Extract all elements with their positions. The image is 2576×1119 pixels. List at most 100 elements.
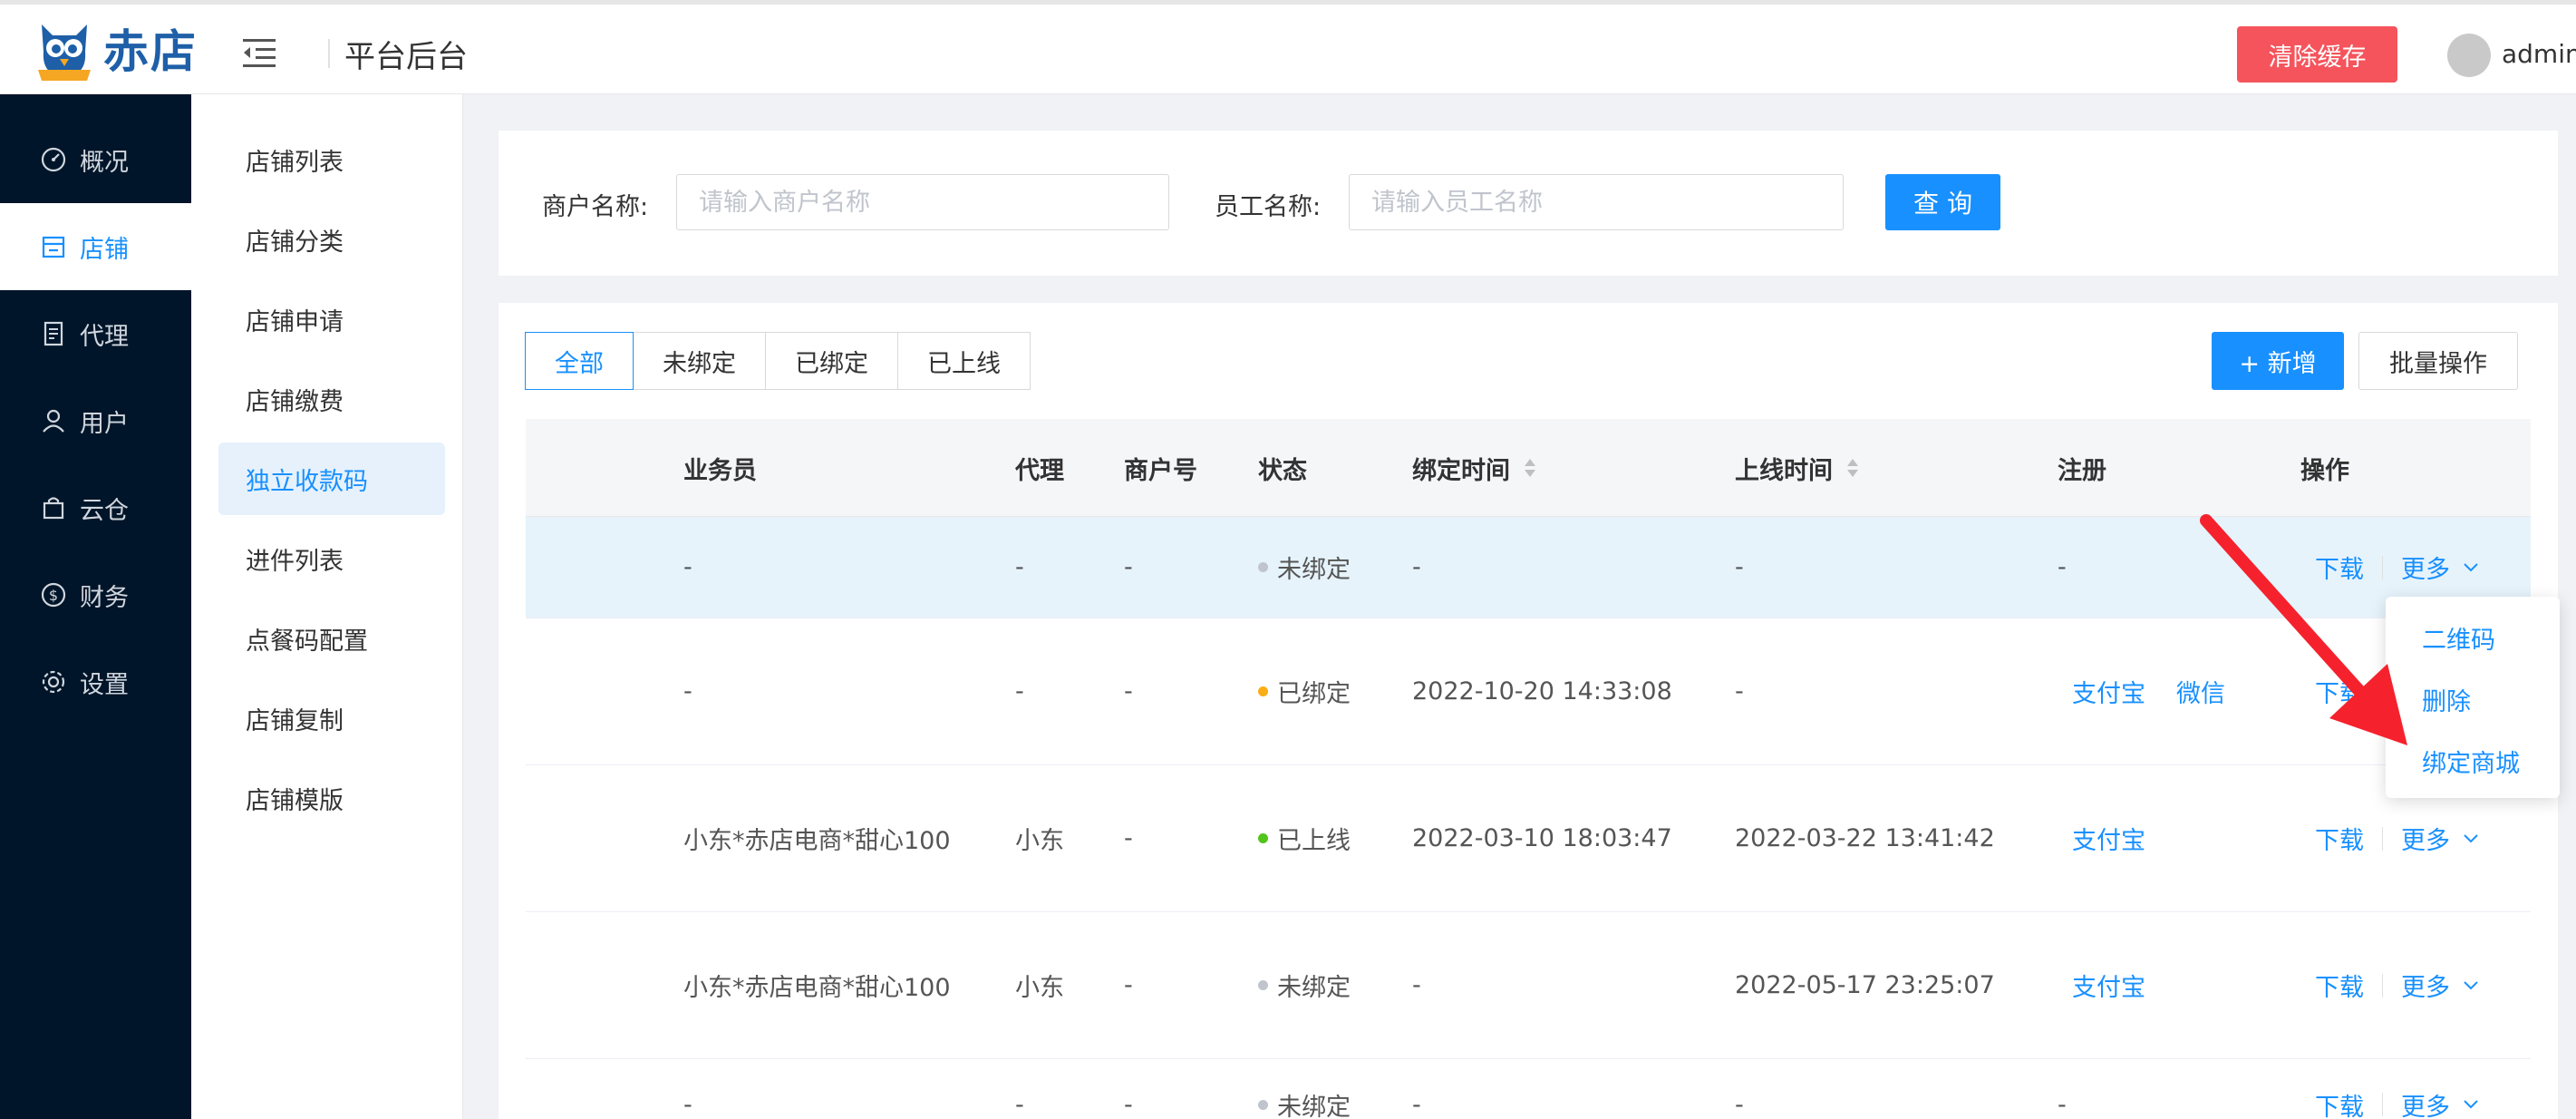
bind-time-cell: - <box>1412 971 1421 999</box>
online-time-cell: - <box>1735 553 1744 581</box>
download-link[interactable]: 下载 <box>2315 674 2364 709</box>
avatar[interactable] <box>2447 34 2491 77</box>
salesman-cell: - <box>683 677 692 705</box>
status-label: 未绑定 <box>1277 1093 1351 1119</box>
bind-time-cell: - <box>1412 553 1421 581</box>
register-cell: 支付宝 微信 <box>2072 618 2225 764</box>
status-cell: 已绑定 <box>1258 618 1351 764</box>
merchant-no-cell: - <box>1124 1090 1133 1119</box>
sidebar-item-label: 财务 <box>80 583 129 612</box>
store-icon <box>42 236 65 258</box>
table-row[interactable]: - - - 未绑定 - - - 下载 更多 <box>526 517 2531 618</box>
download-link[interactable]: 下载 <box>2315 550 2364 585</box>
chevron-down-icon[interactable] <box>2463 833 2479 844</box>
alipay-link[interactable]: 支付宝 <box>2072 674 2145 709</box>
query-button[interactable]: 查 询 <box>1885 174 2000 230</box>
salesman-cell: - <box>683 1090 692 1119</box>
table-row[interactable]: 小东*赤店电商*甜心100 小东 - 未绑定 - 2022-05-17 23:2… <box>526 912 2531 1059</box>
merchant-no-cell: - <box>1124 971 1133 999</box>
download-link[interactable]: 下载 <box>2315 1087 2364 1119</box>
table-header: 业务员 代理 商户号 状态 绑定时间 上线时间 注册 操作 <box>526 419 2531 517</box>
menu-item-delete[interactable]: 删除 <box>2422 682 2471 717</box>
tab-online[interactable]: 已上线 <box>897 332 1031 390</box>
staff-name-input[interactable] <box>1349 174 1844 230</box>
top-bar: 赤店 平台后台 清除缓存 admin <box>0 0 2576 94</box>
alipay-link[interactable]: 支付宝 <box>2072 821 2145 856</box>
search-panel: 商户名称: 员工名称: 查 询 <box>499 131 2558 276</box>
operation-divider <box>2382 555 2383 579</box>
alipay-link[interactable]: 支付宝 <box>2072 968 2145 1003</box>
menu-item-bind-mall[interactable]: 绑定商城 <box>2422 744 2520 779</box>
status-cell: 未绑定 <box>1258 1059 1351 1119</box>
agent-cell: - <box>1015 553 1024 581</box>
more-link[interactable]: 更多 <box>2401 968 2450 1003</box>
document-icon <box>44 321 63 346</box>
sort-icon[interactable] <box>1845 457 1860 479</box>
status-label: 已绑定 <box>1277 680 1351 708</box>
sidebar-item-label: 代理 <box>80 322 129 351</box>
subnav-item-store-list[interactable]: 店铺列表 <box>218 123 445 196</box>
table-row[interactable]: - - - 已绑定 2022-10-20 14:33:08 - 支付宝 微信 下… <box>526 618 2531 765</box>
operation-cell: 下载 <box>2315 618 2364 764</box>
sidebar-item-agent[interactable]: 代理 <box>0 290 191 377</box>
owl-logo-icon <box>38 24 91 81</box>
more-link[interactable]: 更多 <box>2401 821 2450 856</box>
subnav-item-store-category[interactable]: 店铺分类 <box>218 203 445 276</box>
dollar-icon: $ <box>41 582 66 608</box>
agent-cell: 小东 <box>1015 974 1064 1002</box>
chevron-down-icon[interactable] <box>2463 980 2479 991</box>
clear-cache-button[interactable]: 清除缓存 <box>2237 26 2397 83</box>
subnav-item-store-application[interactable]: 店铺申请 <box>218 283 445 355</box>
subnav-item-order-code-config[interactable]: 点餐码配置 <box>218 602 445 675</box>
more-link[interactable]: 更多 <box>2401 550 2450 585</box>
menu-fold-icon[interactable] <box>241 37 277 68</box>
table-row[interactable]: - - - 未绑定 - - - 下载 更多 <box>526 1059 2531 1119</box>
sidebar-item-warehouse[interactable]: 云仓 <box>0 464 191 551</box>
sidebar-item-store[interactable]: 店铺 <box>0 203 191 290</box>
subnav-item-payment-code[interactable]: 独立收款码 <box>218 443 445 515</box>
staff-name-label: 员工名称: <box>1215 193 1322 221</box>
column-header-register: 注册 <box>2058 456 2106 485</box>
register-cell: - <box>2058 1090 2067 1119</box>
more-link[interactable]: 更多 <box>2401 1087 2450 1119</box>
tab-all[interactable]: 全部 <box>525 332 634 390</box>
sidebar-item-overview[interactable]: 概况 <box>0 116 191 203</box>
download-link[interactable]: 下载 <box>2315 968 2364 1003</box>
subnav-item-store-copy[interactable]: 店铺复制 <box>218 682 445 754</box>
column-header-bind-time[interactable]: 绑定时间 <box>1412 419 1537 517</box>
table-row[interactable]: 小东*赤店电商*甜心100 小东 - 已上线 2022-03-10 18:03:… <box>526 765 2531 912</box>
status-dot <box>1258 833 1268 843</box>
username[interactable]: admin <box>2502 39 2576 69</box>
merchant-name-label: 商户名称: <box>542 193 649 221</box>
subnav-item-onboarding-list[interactable]: 进件列表 <box>218 522 445 595</box>
agent-cell: - <box>1015 677 1024 705</box>
download-link[interactable]: 下载 <box>2315 821 2364 856</box>
sort-icon[interactable] <box>1523 457 1537 479</box>
tab-bound[interactable]: 已绑定 <box>765 332 898 390</box>
user-icon <box>43 409 64 433</box>
status-dot <box>1258 562 1268 572</box>
register-cell: 支付宝 <box>2072 912 2145 1058</box>
merchant-name-input[interactable] <box>676 174 1169 230</box>
column-header-merchant-no: 商户号 <box>1124 456 1197 485</box>
tab-unbound[interactable]: 未绑定 <box>633 332 766 390</box>
wechat-link[interactable]: 微信 <box>2176 674 2225 709</box>
subnav-item-store-template[interactable]: 店铺模版 <box>218 762 445 834</box>
column-header-agent: 代理 <box>1015 456 1064 485</box>
column-header-online-time[interactable]: 上线时间 <box>1735 419 1860 517</box>
add-button[interactable]: + 新增 <box>2212 332 2344 390</box>
brand-logo[interactable]: 赤店 <box>34 15 198 81</box>
register-cell: 支付宝 <box>2072 765 2145 911</box>
chevron-down-icon[interactable] <box>2463 562 2479 573</box>
chevron-down-icon[interactable] <box>2463 1099 2479 1110</box>
sidebar-item-user[interactable]: 用户 <box>0 377 191 464</box>
batch-operation-button[interactable]: 批量操作 <box>2358 332 2518 390</box>
operation-cell: 下载 更多 <box>2315 912 2479 1058</box>
merchant-no-cell: - <box>1124 553 1133 581</box>
sidebar-item-settings[interactable]: 设置 <box>0 638 191 725</box>
subnav-item-store-payment[interactable]: 店铺缴费 <box>218 363 445 435</box>
column-header-operation: 操作 <box>2300 456 2349 485</box>
sidebar-item-finance[interactable]: $ 财务 <box>0 551 191 638</box>
gear-icon <box>42 670 65 694</box>
menu-item-qrcode[interactable]: 二维码 <box>2422 620 2495 656</box>
